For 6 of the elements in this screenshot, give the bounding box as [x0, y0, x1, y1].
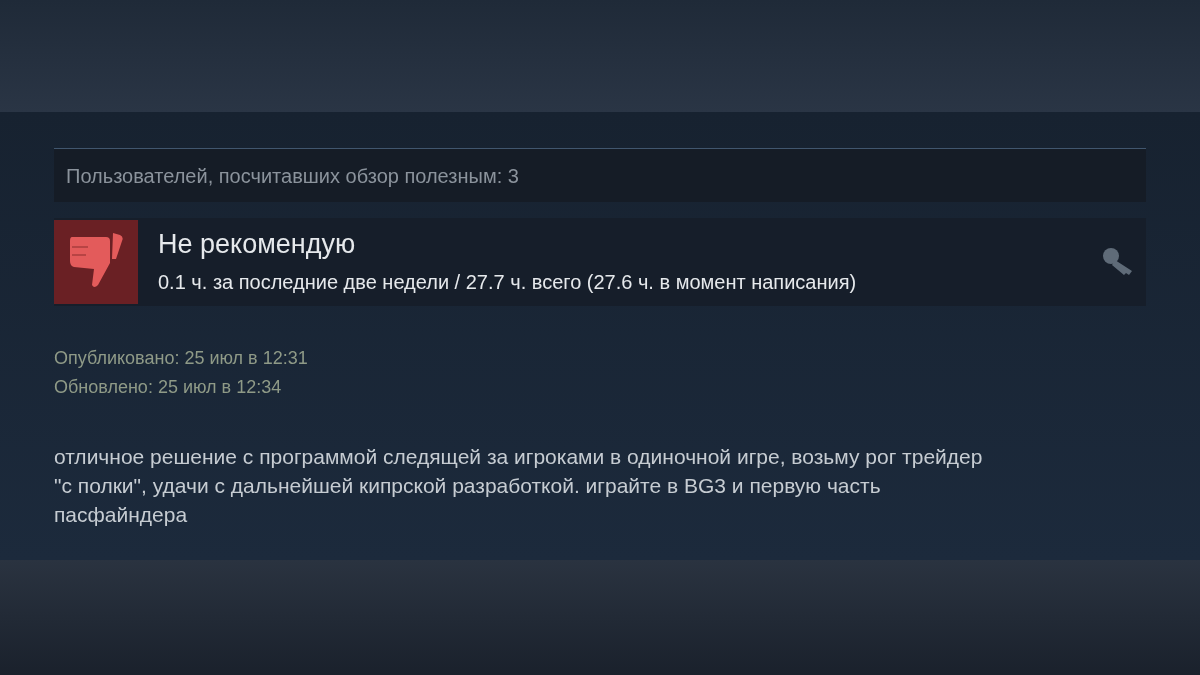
- date-text: Опубликовано: 25 июл в 12:31: [54, 347, 309, 370]
- playtime-text: 0.1 ч. за последние две недели / 27.7 ч. всего (27.6 ч. в момент написания): [158, 270, 858, 295]
- review-verdict: Не рекомендую: [158, 228, 357, 261]
- date-text: Обновлено: 25 июл в 12:34: [54, 376, 283, 399]
- review-text: отличное решение с программой следящей за игроками в одиночной игре, возьму рог трейдер "с полки", удачи с дальнейшей кипрской разработкой. играйте в BG3 и первую часть пасфайндера: [54, 444, 984, 528]
- helpful-count: Пользователей, посчитавших обзор полезным: 3: [54, 148, 1146, 202]
